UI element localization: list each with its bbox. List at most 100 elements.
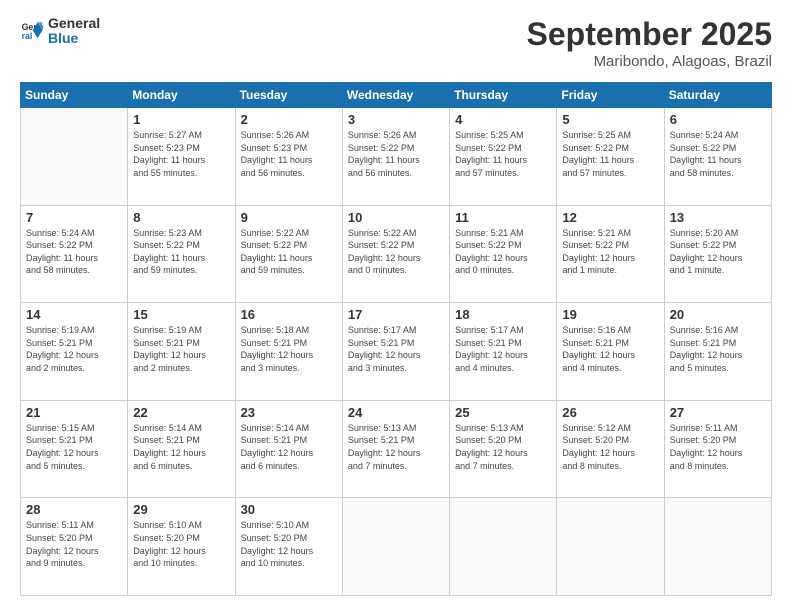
col-header-saturday: Saturday — [664, 83, 771, 108]
calendar-cell: 28 Sunrise: 5:11 AM Sunset: 5:20 PM Dayli… — [21, 498, 128, 596]
calendar-week-4: 21 Sunrise: 5:15 AM Sunset: 5:21 PM Dayli… — [21, 400, 772, 498]
calendar-cell: 23 Sunrise: 5:14 AM Sunset: 5:21 PM Dayli… — [235, 400, 342, 498]
day-info: Sunrise: 5:26 AM Sunset: 5:23 PM Dayligh… — [241, 129, 337, 179]
col-header-wednesday: Wednesday — [342, 83, 449, 108]
calendar-cell — [450, 498, 557, 596]
day-number: 10 — [348, 210, 444, 225]
day-number: 28 — [26, 502, 122, 517]
calendar-cell: 18 Sunrise: 5:17 AM Sunset: 5:21 PM Dayli… — [450, 303, 557, 401]
day-info: Sunrise: 5:22 AM Sunset: 5:22 PM Dayligh… — [348, 227, 444, 277]
logo-icon: Gene ral — [20, 19, 44, 43]
calendar-cell: 3Sunrise: 5:26 AM Sunset: 5:22 PM Daylig… — [342, 108, 449, 206]
day-number: 7 — [26, 210, 122, 225]
day-number: 6 — [670, 112, 766, 127]
day-number: 14 — [26, 307, 122, 322]
day-info: Sunrise: 5:19 AM Sunset: 5:21 PM Dayligh… — [26, 324, 122, 374]
day-info: Sunrise: 5:24 AM Sunset: 5:22 PM Dayligh… — [26, 227, 122, 277]
day-info: Sunrise: 5:16 AM Sunset: 5:21 PM Dayligh… — [562, 324, 658, 374]
day-info: Sunrise: 5:12 AM Sunset: 5:20 PM Dayligh… — [562, 422, 658, 472]
svg-text:ral: ral — [22, 31, 33, 41]
day-info: Sunrise: 5:21 AM Sunset: 5:22 PM Dayligh… — [455, 227, 551, 277]
day-info: Sunrise: 5:15 AM Sunset: 5:21 PM Dayligh… — [26, 422, 122, 472]
day-info: Sunrise: 5:13 AM Sunset: 5:21 PM Dayligh… — [348, 422, 444, 472]
calendar-cell: 13 Sunrise: 5:20 AM Sunset: 5:22 PM Dayli… — [664, 205, 771, 303]
calendar-cell: 30 Sunrise: 5:10 AM Sunset: 5:20 PM Dayli… — [235, 498, 342, 596]
title-block: September 2025 Maribondo, Alagoas, Brazi… — [527, 16, 772, 70]
calendar-cell: 14 Sunrise: 5:19 AM Sunset: 5:21 PM Dayli… — [21, 303, 128, 401]
day-number: 16 — [241, 307, 337, 322]
calendar-cell: 4 Sunrise: 5:25 AM Sunset: 5:22 PM Daylig… — [450, 108, 557, 206]
calendar-cell: 20 Sunrise: 5:16 AM Sunset: 5:21 PM Dayli… — [664, 303, 771, 401]
calendar-table: SundayMondayTuesdayWednesdayThursdayFrid… — [20, 82, 772, 596]
day-number: 26 — [562, 405, 658, 420]
day-info: Sunrise: 5:22 AM Sunset: 5:22 PM Dayligh… — [241, 227, 337, 277]
calendar-cell: 8 Sunrise: 5:23 AM Sunset: 5:22 PM Daylig… — [128, 205, 235, 303]
day-number: 30 — [241, 502, 337, 517]
calendar-cell: 16 Sunrise: 5:18 AM Sunset: 5:21 PM Dayli… — [235, 303, 342, 401]
day-number: 23 — [241, 405, 337, 420]
logo: Gene ral General Blue — [20, 16, 100, 47]
calendar-cell — [342, 498, 449, 596]
day-number: 29 — [133, 502, 229, 517]
day-info: Sunrise: 5:10 AM Sunset: 5:20 PM Dayligh… — [241, 519, 337, 569]
day-info: Sunrise: 5:16 AM Sunset: 5:21 PM Dayligh… — [670, 324, 766, 374]
calendar-cell: 7 Sunrise: 5:24 AM Sunset: 5:22 PM Daylig… — [21, 205, 128, 303]
calendar-cell: 1 Sunrise: 5:27 AM Sunset: 5:23 PM Daylig… — [128, 108, 235, 206]
calendar-cell: 24 Sunrise: 5:13 AM Sunset: 5:21 PM Dayli… — [342, 400, 449, 498]
col-header-tuesday: Tuesday — [235, 83, 342, 108]
day-info: Sunrise: 5:17 AM Sunset: 5:21 PM Dayligh… — [455, 324, 551, 374]
day-info: Sunrise: 5:14 AM Sunset: 5:21 PM Dayligh… — [241, 422, 337, 472]
day-info: Sunrise: 5:20 AM Sunset: 5:22 PM Dayligh… — [670, 227, 766, 277]
day-number: 20 — [670, 307, 766, 322]
day-info: Sunrise: 5:18 AM Sunset: 5:21 PM Dayligh… — [241, 324, 337, 374]
calendar-cell — [21, 108, 128, 206]
calendar-cell: 26 Sunrise: 5:12 AM Sunset: 5:20 PM Dayli… — [557, 400, 664, 498]
calendar-cell: 2Sunrise: 5:26 AM Sunset: 5:23 PM Daylig… — [235, 108, 342, 206]
day-number: 5 — [562, 112, 658, 127]
day-info: Sunrise: 5:11 AM Sunset: 5:20 PM Dayligh… — [26, 519, 122, 569]
calendar-cell: 27Sunrise: 5:11 AM Sunset: 5:20 PM Dayli… — [664, 400, 771, 498]
day-number: 1 — [133, 112, 229, 127]
day-info: Sunrise: 5:13 AM Sunset: 5:20 PM Dayligh… — [455, 422, 551, 472]
calendar-cell: 29 Sunrise: 5:10 AM Sunset: 5:20 PM Dayli… — [128, 498, 235, 596]
day-info: Sunrise: 5:25 AM Sunset: 5:22 PM Dayligh… — [455, 129, 551, 179]
day-info: Sunrise: 5:25 AM Sunset: 5:22 PM Dayligh… — [562, 129, 658, 179]
day-number: 8 — [133, 210, 229, 225]
calendar-cell: 15Sunrise: 5:19 AM Sunset: 5:21 PM Dayli… — [128, 303, 235, 401]
day-number: 9 — [241, 210, 337, 225]
header: Gene ral General Blue September 2025 Mar… — [20, 16, 772, 70]
day-number: 27 — [670, 405, 766, 420]
calendar-week-5: 28 Sunrise: 5:11 AM Sunset: 5:20 PM Dayli… — [21, 498, 772, 596]
col-header-thursday: Thursday — [450, 83, 557, 108]
calendar-cell: 21 Sunrise: 5:15 AM Sunset: 5:21 PM Dayli… — [21, 400, 128, 498]
day-number: 24 — [348, 405, 444, 420]
location: Maribondo, Alagoas, Brazil — [527, 53, 772, 70]
day-number: 18 — [455, 307, 551, 322]
logo-text-line1: General — [48, 16, 100, 31]
day-info: Sunrise: 5:27 AM Sunset: 5:23 PM Dayligh… — [133, 129, 229, 179]
day-info: Sunrise: 5:17 AM Sunset: 5:21 PM Dayligh… — [348, 324, 444, 374]
day-info: Sunrise: 5:23 AM Sunset: 5:22 PM Dayligh… — [133, 227, 229, 277]
day-number: 4 — [455, 112, 551, 127]
day-number: 21 — [26, 405, 122, 420]
calendar-cell — [664, 498, 771, 596]
calendar-cell: 22 Sunrise: 5:14 AM Sunset: 5:21 PM Dayli… — [128, 400, 235, 498]
day-number: 17 — [348, 307, 444, 322]
day-number: 22 — [133, 405, 229, 420]
col-header-sunday: Sunday — [21, 83, 128, 108]
calendar-cell — [557, 498, 664, 596]
calendar-week-1: 1 Sunrise: 5:27 AM Sunset: 5:23 PM Daylig… — [21, 108, 772, 206]
day-info: Sunrise: 5:10 AM Sunset: 5:20 PM Dayligh… — [133, 519, 229, 569]
calendar-cell: 19 Sunrise: 5:16 AM Sunset: 5:21 PM Dayli… — [557, 303, 664, 401]
day-info: Sunrise: 5:19 AM Sunset: 5:21 PM Dayligh… — [133, 324, 229, 374]
calendar-cell: 10 Sunrise: 5:22 AM Sunset: 5:22 PM Dayli… — [342, 205, 449, 303]
calendar-cell: 12Sunrise: 5:21 AM Sunset: 5:22 PM Dayli… — [557, 205, 664, 303]
day-number: 19 — [562, 307, 658, 322]
month-title: September 2025 — [527, 16, 772, 53]
day-number: 3 — [348, 112, 444, 127]
day-number: 13 — [670, 210, 766, 225]
calendar-week-3: 14 Sunrise: 5:19 AM Sunset: 5:21 PM Dayli… — [21, 303, 772, 401]
logo-text-line2: Blue — [48, 31, 100, 46]
day-info: Sunrise: 5:14 AM Sunset: 5:21 PM Dayligh… — [133, 422, 229, 472]
calendar-cell: 25Sunrise: 5:13 AM Sunset: 5:20 PM Dayli… — [450, 400, 557, 498]
